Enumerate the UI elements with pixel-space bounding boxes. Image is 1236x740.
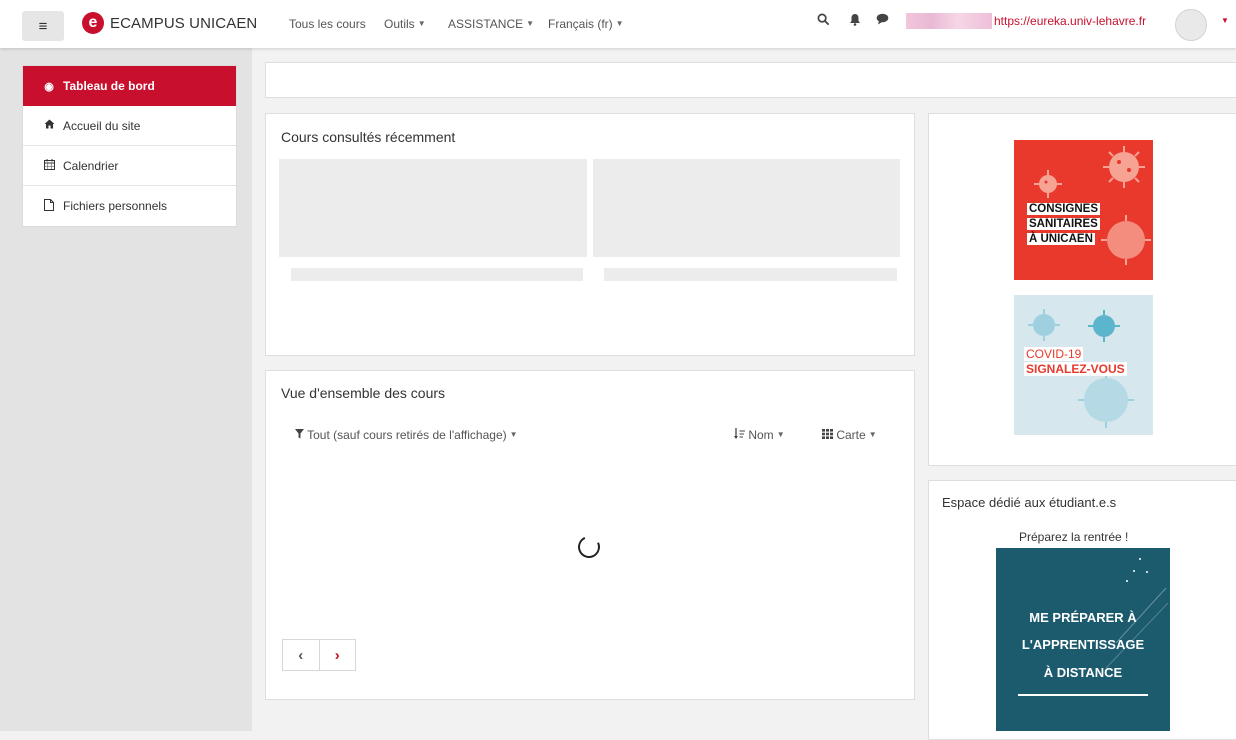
sort-label: Nom [748, 428, 774, 442]
banner-line: L'APPRENTISSAGE [1021, 637, 1145, 652]
sidebar-item-home[interactable]: Accueil du site [23, 106, 236, 146]
banner-divider [1018, 694, 1148, 696]
course-placeholder-image [593, 159, 900, 257]
covid-report-banner[interactable]: COVID-19 SIGNALEZ-VOUS [1014, 295, 1153, 435]
sidebar-item-files[interactable]: Fichiers personnels [23, 186, 236, 226]
chat-icon[interactable] [876, 13, 889, 28]
next-page-button[interactable]: › [320, 640, 356, 670]
health-guidelines-text: CONSIGNES SANITAIRES À UNICAEN [1027, 203, 1101, 245]
sort-icon [734, 428, 748, 442]
filter-label: Tout (sauf cours retirés de l'affichage) [307, 428, 507, 442]
menu-assistance[interactable]: ASSISTANCE ▼ [448, 17, 534, 31]
covid-label: COVID-19 [1024, 347, 1084, 361]
page-header-card [265, 62, 1236, 98]
top-navbar: ≡ e ECAMPUS UNICAEN Tous les cours Outil… [0, 0, 1236, 48]
report-label: SIGNALEZ-VOUS [1024, 362, 1127, 376]
sidebar-item-label: Accueil du site [63, 118, 141, 133]
sidebar-item-calendar[interactable]: Calendrier [23, 146, 236, 186]
chevron-down-icon[interactable]: ▼ [1221, 16, 1229, 25]
banner-line: À DISTANCE [1043, 665, 1123, 680]
chevron-down-icon: ▼ [776, 430, 785, 439]
sidebar-item-dashboard[interactable]: ◉ Tableau de bord [23, 66, 236, 106]
chevron-right-icon: › [334, 646, 340, 664]
user-url[interactable]: https://eureka.univ-lehavre.fr [994, 14, 1146, 28]
students-subtitle: Préparez la rentrée ! [1019, 530, 1129, 544]
course-overview-title: Vue d'ensemble des cours [281, 385, 446, 401]
course-placeholder-image [279, 159, 587, 257]
chevron-down-icon: ▼ [417, 19, 426, 28]
sidebar-item-label: Calendrier [63, 158, 119, 173]
menu-language[interactable]: Français (fr) ▼ [548, 17, 624, 31]
filter-icon [295, 428, 307, 442]
students-block-title: Espace dédié aux étudiant.e.s [942, 495, 1117, 510]
previous-page-button[interactable]: ‹ [283, 640, 320, 670]
sidebar-item-label: Tableau de bord [63, 79, 155, 93]
chevron-down-icon: ▼ [509, 430, 518, 439]
pagination: ‹ › [282, 639, 356, 671]
calendar-icon [41, 158, 57, 173]
menu-all-courses[interactable]: Tous les cours [289, 17, 366, 31]
health-guidelines-banner[interactable]: CONSIGNES SANITAIRES À UNICAEN [1014, 140, 1153, 280]
menu-icon: ≡ [38, 17, 48, 35]
grouping-filter-dropdown[interactable]: Tout (sauf cours retirés de l'affichage)… [295, 428, 518, 442]
menu-tools[interactable]: Outils ▼ [384, 17, 426, 31]
grid-icon [822, 428, 836, 442]
recent-courses-title: Cours consultés récemment [281, 129, 456, 145]
search-icon[interactable] [817, 13, 830, 29]
view-label: Carte [836, 428, 866, 442]
sidebar-item-label: Fichiers personnels [63, 199, 168, 213]
site-name: ECAMPUS UNICAEN [110, 14, 258, 32]
site-logo[interactable]: e ECAMPUS UNICAEN [82, 12, 257, 34]
bell-icon[interactable] [849, 13, 861, 29]
logo-mark: e [82, 12, 104, 34]
course-placeholder-text [604, 268, 897, 281]
chevron-down-icon: ▼ [526, 19, 535, 28]
blurred-username [906, 13, 992, 29]
sidebar-nav: ◉ Tableau de bord Accueil du site Calend… [22, 65, 237, 227]
chevron-down-icon: ▼ [868, 430, 877, 439]
menu-toggle-button[interactable]: ≡ [22, 11, 64, 41]
view-dropdown[interactable]: Carte ▼ [822, 428, 877, 442]
distance-learning-banner[interactable]: ME PRÉPARER À L'APPRENTISSAGE À DISTANCE [996, 548, 1170, 731]
avatar[interactable] [1175, 9, 1207, 41]
banner-line: ME PRÉPARER À [1029, 610, 1137, 625]
chevron-left-icon: ‹ [298, 646, 304, 664]
chevron-down-icon: ▼ [615, 19, 624, 28]
file-icon [41, 198, 57, 214]
dashboard-icon: ◉ [44, 80, 54, 93]
sort-dropdown[interactable]: Nom ▼ [734, 428, 785, 442]
home-icon [41, 119, 57, 132]
course-placeholder-text [291, 268, 583, 281]
